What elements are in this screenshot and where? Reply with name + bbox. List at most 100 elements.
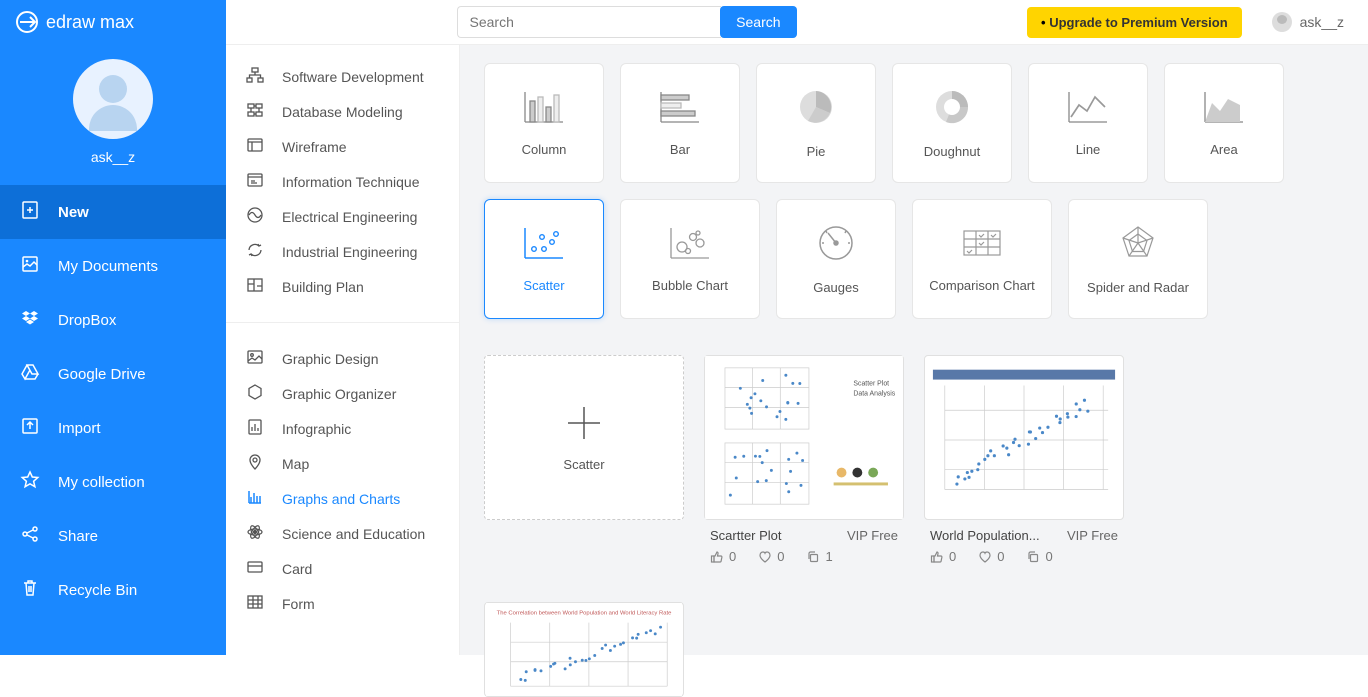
sidebar-item-label: Share bbox=[58, 528, 98, 545]
sidebar-item-label: DropBox bbox=[58, 312, 116, 329]
category-graphic-design[interactable]: Graphic Design bbox=[226, 341, 459, 376]
new-template-label: Scatter bbox=[563, 457, 604, 472]
chart-type-pie[interactable]: Pie bbox=[756, 63, 876, 183]
search-button[interactable]: Search bbox=[720, 6, 796, 38]
share-icon bbox=[20, 524, 40, 548]
category-label: Building Plan bbox=[282, 279, 364, 295]
chart-type-compare[interactable]: Comparison Chart bbox=[912, 199, 1052, 319]
google-drive-icon bbox=[20, 362, 40, 386]
search-box: Search bbox=[457, 6, 797, 38]
sidebar-item-new[interactable]: New bbox=[0, 185, 226, 239]
category-database-modeling[interactable]: Database Modeling bbox=[226, 94, 459, 129]
sidebar-item-my-collection[interactable]: My collection bbox=[0, 455, 226, 509]
chart-type-line[interactable]: Line bbox=[1028, 63, 1148, 183]
category-card[interactable]: Card bbox=[226, 551, 459, 586]
svg-text:The Correlation between World: The Correlation between World Population… bbox=[497, 611, 672, 617]
chart-type-doughnut[interactable]: Doughnut bbox=[892, 63, 1012, 183]
chart-type-bar[interactable]: Bar bbox=[620, 63, 740, 183]
category-map[interactable]: Map bbox=[226, 446, 459, 481]
like-count[interactable]: 0 bbox=[710, 549, 736, 564]
chart-type-label: Scatter bbox=[523, 278, 564, 293]
upgrade-button[interactable]: Upgrade to Premium Version bbox=[1027, 7, 1242, 38]
profile-username: ask__z bbox=[91, 149, 135, 165]
sidebar-item-dropbox[interactable]: DropBox bbox=[0, 293, 226, 347]
chart-type-label: Pie bbox=[807, 144, 826, 159]
chart-type-gauge[interactable]: Gauges bbox=[776, 199, 896, 319]
chart-type-label: Gauges bbox=[813, 280, 859, 295]
avatar-icon bbox=[1272, 12, 1292, 32]
category-label: Software Development bbox=[282, 69, 424, 85]
bar-icon bbox=[658, 89, 702, 128]
copy-count[interactable]: 0 bbox=[1026, 549, 1052, 564]
sidebar-item-my-documents[interactable]: My Documents bbox=[0, 239, 226, 293]
fav-count[interactable]: 0 bbox=[758, 549, 784, 564]
category-software-development[interactable]: Software Development bbox=[226, 59, 459, 94]
category-form[interactable]: Form bbox=[226, 586, 459, 621]
chart-type-scatter[interactable]: Scatter bbox=[484, 199, 604, 319]
category-wireframe[interactable]: Wireframe bbox=[226, 129, 459, 164]
sidebar-item-share[interactable]: Share bbox=[0, 509, 226, 563]
chart-type-radar[interactable]: Spider and Radar bbox=[1068, 199, 1208, 319]
search-input[interactable] bbox=[457, 6, 722, 38]
category-label: Database Modeling bbox=[282, 104, 403, 120]
content-area: Column Bar Pie DoughnutLine Area Scatter Bubbl… bbox=[460, 45, 1368, 655]
category-building-plan[interactable]: Building Plan bbox=[226, 269, 459, 304]
sidebar-item-label: Import bbox=[58, 420, 101, 437]
sidebar-item-label: My collection bbox=[58, 474, 145, 491]
area-icon bbox=[1202, 89, 1246, 128]
category-infographic[interactable]: Infographic bbox=[226, 411, 459, 446]
star-icon bbox=[20, 470, 40, 494]
template-thumbnail: Scatter Plot Data Analysis bbox=[704, 355, 904, 520]
sidebar: ask__z NewMy Documents DropBox Google Driv… bbox=[0, 45, 226, 655]
template-thumbnail[interactable]: The Correlation between World Population… bbox=[484, 602, 684, 697]
sidebar-item-label: Google Drive bbox=[58, 366, 146, 383]
new-template-button[interactable]: Scatter bbox=[484, 355, 684, 520]
pin-icon bbox=[246, 453, 264, 474]
documents-icon bbox=[20, 254, 40, 278]
wireframe-icon bbox=[246, 136, 264, 157]
category-label: Graphic Design bbox=[282, 351, 379, 367]
hex-icon bbox=[246, 383, 264, 404]
column-icon bbox=[522, 89, 566, 128]
template-thumbnail bbox=[924, 355, 1124, 520]
chart-type-bubble[interactable]: Bubble Chart bbox=[620, 199, 760, 319]
bar-chart-icon bbox=[246, 488, 264, 509]
username-label: ask__z bbox=[1300, 14, 1344, 30]
sidebar-item-google-drive[interactable]: Google Drive bbox=[0, 347, 226, 401]
chart-type-label: Area bbox=[1210, 142, 1237, 157]
category-label: Science and Education bbox=[282, 526, 425, 542]
svg-text:Data Analysis: Data Analysis bbox=[853, 391, 895, 398]
radar-icon bbox=[1118, 223, 1158, 266]
line-icon bbox=[1066, 89, 1110, 128]
category-information-technique[interactable]: Information Technique bbox=[226, 164, 459, 199]
doc-bar-icon bbox=[246, 418, 264, 439]
sidebar-item-import[interactable]: Import bbox=[0, 401, 226, 455]
copy-count[interactable]: 1 bbox=[806, 549, 832, 564]
compare-icon bbox=[960, 225, 1004, 264]
sidebar-item-label: Recycle Bin bbox=[58, 582, 137, 599]
category-industrial-engineering[interactable]: Industrial Engineering bbox=[226, 234, 459, 269]
chart-type-area[interactable]: Area bbox=[1164, 63, 1284, 183]
avatar bbox=[73, 59, 153, 139]
category-label: Graphic Organizer bbox=[282, 386, 396, 402]
category-electrical-engineering[interactable]: Electrical Engineering bbox=[226, 199, 459, 234]
database-icon bbox=[246, 101, 264, 122]
copy-icon bbox=[1026, 550, 1040, 564]
user-menu[interactable]: ask__z bbox=[1272, 12, 1344, 32]
doughnut-icon bbox=[932, 87, 972, 130]
template-card[interactable]: World Population...VIP Free000 bbox=[924, 355, 1124, 566]
pie-icon bbox=[796, 87, 836, 130]
chart-type-label: Bar bbox=[670, 142, 690, 157]
fav-count[interactable]: 0 bbox=[978, 549, 1004, 564]
like-count[interactable]: 0 bbox=[930, 549, 956, 564]
gauge-icon bbox=[816, 223, 856, 266]
category-graphs-and-charts[interactable]: Graphs and Charts bbox=[226, 481, 459, 516]
chart-type-label: Bubble Chart bbox=[652, 278, 728, 293]
category-science-and-education[interactable]: Science and Education bbox=[226, 516, 459, 551]
template-card[interactable]: Scatter PlotData AnalysisScartter PlotVI… bbox=[704, 355, 904, 566]
svg-text:Scatter Plot: Scatter Plot bbox=[853, 381, 889, 388]
sidebar-item-recycle-bin[interactable]: Recycle Bin bbox=[0, 563, 226, 617]
org-chart-icon bbox=[246, 66, 264, 87]
chart-type-column[interactable]: Column bbox=[484, 63, 604, 183]
category-graphic-organizer[interactable]: Graphic Organizer bbox=[226, 376, 459, 411]
